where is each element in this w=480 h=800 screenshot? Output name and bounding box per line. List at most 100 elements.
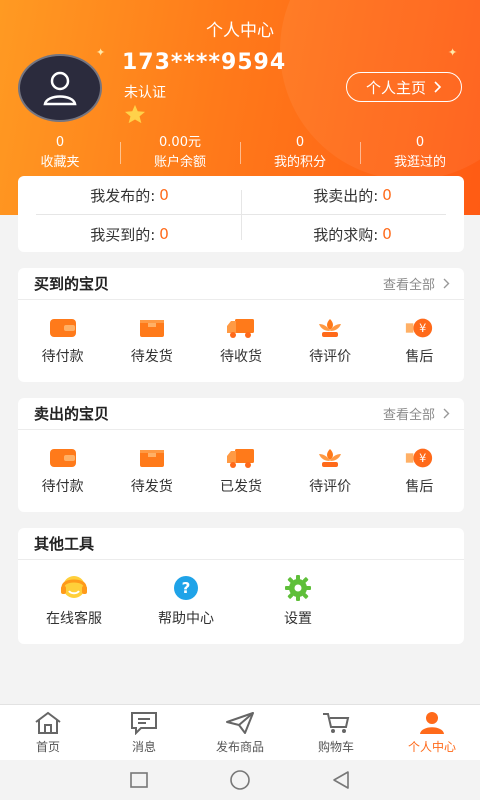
summary-sold[interactable]: 我卖出的: 0	[241, 176, 464, 214]
section-title: 卖出的宝贝	[34, 405, 110, 423]
tool-help-center[interactable]: ? 帮助中心	[130, 574, 242, 628]
tool-label: 设置	[284, 611, 312, 627]
bought-pending-receipt[interactable]: 待收货	[196, 316, 285, 366]
divider	[241, 190, 242, 240]
order-status-row: 待付款 待发货 已发货 待评价 ¥ 售后	[18, 430, 464, 496]
nav-profile[interactable]: 个人中心	[384, 705, 480, 760]
nav-publish[interactable]: 发布商品	[192, 705, 288, 760]
avatar[interactable]	[18, 54, 102, 122]
sold-shipped[interactable]: 已发货	[196, 446, 285, 496]
stat-value: 0	[415, 135, 425, 150]
stat-value: 0	[55, 135, 65, 150]
bought-pending-payment[interactable]: 待付款	[18, 316, 107, 366]
nav-home[interactable]: 首页	[0, 705, 96, 760]
stat-label: 收藏夹	[40, 155, 80, 170]
tool-customer-service[interactable]: 在线客服	[18, 574, 130, 628]
tool-settings[interactable]: 设置	[242, 574, 354, 628]
box-icon	[139, 450, 164, 467]
verify-status[interactable]: 未认证	[124, 82, 166, 102]
order-status-label: 待评价	[309, 349, 352, 365]
box-icon	[139, 320, 164, 337]
order-status-label: 待评价	[309, 479, 352, 495]
view-all-link[interactable]: 查看全部	[383, 274, 450, 293]
bought-after-sales[interactable]: ¥ 售后	[375, 316, 464, 366]
system-nav-bar	[0, 760, 480, 800]
summary-value: 0	[382, 225, 392, 243]
stat-favorites[interactable]: 0 收藏夹	[0, 134, 120, 172]
stat-label: 账户余额	[153, 155, 206, 170]
summary-published[interactable]: 我发布的: 0	[18, 176, 241, 214]
truck-icon	[226, 449, 254, 468]
chevron-right-icon	[434, 81, 442, 93]
sparkle-icon: ✦	[448, 46, 458, 59]
phone-number: 173****9594	[122, 50, 287, 75]
order-status-label: 已发货	[219, 479, 262, 495]
profile-icon	[420, 712, 444, 734]
sold-pending-payment[interactable]: 待付款	[18, 446, 107, 496]
view-all-label: 查看全部	[382, 278, 435, 293]
section-header: 买到的宝贝 查看全部	[18, 268, 464, 300]
sold-after-sales[interactable]: ¥ 售后	[375, 446, 464, 496]
home-icon	[35, 711, 61, 734]
stat-value: 0.00元	[159, 135, 201, 150]
view-all-link[interactable]: 查看全部	[383, 404, 450, 423]
stat-value: 0	[295, 135, 305, 150]
summary-label: 我卖出的:	[313, 186, 379, 205]
stat-label: 我的积分	[273, 155, 326, 170]
summary-wanted[interactable]: 我的求购: 0	[241, 215, 464, 253]
nav-label: 消息	[131, 740, 156, 754]
chevron-right-icon	[443, 408, 450, 419]
stat-balance[interactable]: 0.00元 账户余额	[120, 134, 240, 172]
stat-visited[interactable]: 0 我逛过的	[360, 134, 480, 172]
refund-icon: ¥	[406, 448, 433, 468]
system-home-icon[interactable]	[229, 769, 251, 791]
page-title: 个人中心	[206, 21, 274, 41]
summary-value: 0	[382, 186, 392, 204]
summary-label: 我发布的:	[90, 186, 156, 205]
summary-value: 0	[159, 225, 169, 243]
view-all-label: 查看全部	[382, 408, 435, 423]
personal-homepage-button[interactable]: 个人主页	[346, 72, 462, 102]
summary-label: 我的求购:	[313, 225, 379, 244]
tool-label: 在线客服	[46, 611, 102, 627]
help-icon: ?	[174, 576, 198, 600]
recent-apps-icon[interactable]	[129, 771, 149, 789]
order-status-label: 待付款	[41, 349, 84, 365]
order-status-label: 待发货	[130, 479, 173, 495]
order-status-label: 待付款	[41, 479, 84, 495]
svg-text:¥: ¥	[420, 452, 427, 465]
wallet-icon	[49, 449, 76, 467]
nav-cart[interactable]: 购物车	[288, 705, 384, 760]
order-status-label: 待收货	[219, 349, 262, 365]
nav-label: 个人中心	[407, 740, 456, 754]
stats-row: 0 收藏夹 0.00元 账户余额 0 我的积分 0 我逛过的	[0, 134, 480, 172]
summary-bought[interactable]: 我买到的: 0	[18, 215, 241, 253]
bottom-nav: 首页 消息 发布商品 购物车 个人中心	[0, 704, 480, 760]
gear-icon	[285, 575, 311, 601]
nav-label: 购物车	[317, 740, 354, 754]
truck-icon	[226, 319, 254, 338]
back-icon[interactable]	[331, 770, 351, 790]
section-header: 卖出的宝贝 查看全部	[18, 398, 464, 430]
nav-label: 首页	[35, 740, 60, 754]
svg-text:¥: ¥	[420, 322, 427, 335]
section-title: 其他工具	[34, 535, 95, 553]
flower-icon	[319, 449, 342, 467]
bought-pending-shipment[interactable]: 待发货	[107, 316, 196, 366]
sparkle-icon: ✦	[96, 46, 106, 59]
order-status-row: 待付款 待发货 待收货 待评价 ¥ 售后	[18, 300, 464, 366]
headset-icon	[61, 576, 87, 598]
flower-icon	[319, 319, 342, 337]
sold-pending-review[interactable]: 待评价	[286, 446, 375, 496]
nav-messages[interactable]: 消息	[96, 705, 192, 760]
sold-section: 卖出的宝贝 查看全部 待付款 待发货 已发货 待评价 ¥ 售后	[18, 398, 464, 512]
sold-pending-shipment[interactable]: 待发货	[107, 446, 196, 496]
summary-value: 0	[159, 186, 169, 204]
chevron-right-icon	[443, 278, 450, 289]
section-title: 买到的宝贝	[34, 275, 110, 293]
order-status-label: 售后	[405, 349, 434, 365]
stat-points[interactable]: 0 我的积分	[240, 134, 360, 172]
bought-pending-review[interactable]: 待评价	[286, 316, 375, 366]
summary-card: 我发布的: 0 我卖出的: 0 我买到的: 0 我的求购: 0	[18, 176, 464, 252]
refund-icon: ¥	[406, 318, 433, 338]
